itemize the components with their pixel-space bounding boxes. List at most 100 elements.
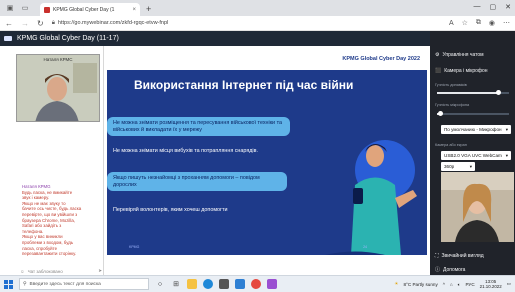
cam-mic-item[interactable]: ⬛ Камера і мікрофон — [435, 68, 488, 74]
speaker-volume-slider[interactable] — [437, 90, 509, 95]
presenter-name: Наталя КРМС — [43, 57, 73, 62]
file-explorer-icon[interactable] — [187, 279, 197, 289]
profile-icon[interactable]: ◉ — [489, 19, 495, 27]
widgets-icon[interactable]: ⊞ — [171, 279, 181, 289]
chevron-down-icon: ▾ — [505, 126, 508, 132]
app-icon[interactable] — [267, 279, 277, 289]
slide-title: Використання Інтернет під час війни — [134, 78, 354, 92]
address-bar-row: ← → ↻ 🔒︎ https://go.mywebinar.com/zkfd-r… — [0, 16, 515, 31]
search-icon: ⚲ — [23, 281, 27, 287]
more-icon[interactable]: ⋯ — [503, 19, 510, 27]
help-item[interactable]: ⓘ Допомога — [435, 266, 466, 274]
speaker-volume-label: Гучність динаміків — [435, 83, 467, 87]
network-icon[interactable]: ⌂ — [450, 282, 453, 287]
slide-bullet: Перевіряй волонтерів, яким хочеш допомог… — [113, 204, 293, 216]
slide-bullet-text: Перевіряй волонтерів, яким хочеш допомог… — [113, 207, 228, 213]
task-view-icon[interactable]: ○ — [155, 279, 165, 289]
slide: Використання Інтернет під час війни Не м… — [107, 70, 427, 255]
chat-messages: Наталя КРМG Будь ласка, не вмикайте звук… — [22, 184, 100, 269]
reload-icon[interactable]: ↻ — [37, 19, 44, 28]
screen: ▣ ▭ KPMG Global Cyber Day (1 × + — ▢ ✕ ←… — [0, 0, 515, 292]
self-video — [441, 172, 514, 242]
slide-illustration — [325, 140, 417, 255]
self-camera — [441, 172, 514, 242]
tab-actions-icon[interactable]: ▭ — [20, 3, 30, 13]
speaker-view-item[interactable]: ⛶ Звичайний вигляд — [435, 253, 484, 259]
notifications-icon[interactable]: ▭ — [507, 281, 511, 287]
lock-icon[interactable]: 🔒︎ — [52, 20, 55, 27]
favorite-icon[interactable]: ☆ — [462, 19, 468, 27]
volume-icon[interactable]: 🔈︎ — [458, 282, 461, 287]
address-bar[interactable]: 🔒︎ https://go.mywebinar.com/zkfd-rgqc-et… — [52, 20, 169, 27]
resolution-select[interactable]: 360p ▾ — [441, 162, 475, 171]
speaker-volume-fill — [437, 92, 499, 94]
browser-menu-icon[interactable]: ▣ — [5, 3, 15, 13]
right-panel: ⚙ Управління чатом ⬛ Камера і мікрофон Г… — [430, 31, 515, 275]
taskbar-search[interactable]: ⚲ Введите здесь текст для поиска — [19, 278, 149, 290]
weather-icon: ☀ — [394, 281, 399, 286]
camera-select-value: USB2.0 VGA UVC WebCam — [444, 153, 502, 158]
clock-date: 21.10.2022 — [479, 284, 502, 289]
slide-bullet: Не можна знімати розміщення та пересуван… — [107, 117, 290, 136]
resolution-select-value: 360p — [444, 164, 455, 169]
taskbar-search-placeholder: Введите здесь текст для поиска — [29, 281, 101, 287]
browser-toolbar-icons: A ☆ ⧉ ◉ ⋯ — [449, 19, 510, 27]
left-panel: Наталя КРМС Наталя КРМG Будь ласка, не в… — [0, 46, 104, 275]
close-window-icon[interactable]: ✕ — [505, 3, 511, 11]
store-icon[interactable] — [219, 279, 229, 289]
tray-up-icon[interactable]: ^ — [443, 282, 445, 287]
smile-icon[interactable]: ☺ — [20, 269, 25, 274]
chevron-down-icon: ▾ — [469, 163, 472, 169]
language-indicator[interactable]: РУС — [465, 282, 474, 287]
slide-logo: KPMG Global Cyber Day 2022 — [342, 56, 420, 62]
mic-volume-slider[interactable] — [437, 111, 509, 116]
slide-bullet: Якщо пишуть незнайомці з проханням допом… — [107, 172, 287, 191]
cam-mic-label: Камера і мікрофон — [444, 68, 488, 74]
speaker-volume-knob[interactable] — [495, 90, 501, 95]
mic-select[interactable]: По умолчанию - Микрофон ▾ — [441, 125, 511, 134]
speaker-view-label: Звичайний вигляд — [441, 253, 484, 259]
url-text: https://go.mywebinar.com/zkfd-rgqc-etvw-… — [57, 20, 169, 26]
window-controls: — ▢ ✕ — [474, 3, 512, 11]
mic-volume-knob[interactable] — [438, 111, 444, 116]
minimize-icon[interactable]: — — [474, 3, 481, 11]
forward-icon[interactable]: → — [21, 19, 29, 28]
tab-title: KPMG Global Cyber Day (1 — [53, 6, 115, 13]
tab-favicon — [44, 6, 50, 13]
browser-tab-bar: ▣ ▭ KPMG Global Cyber Day (1 × + — ▢ ✕ — [0, 0, 515, 16]
chat-control-item[interactable]: ⚙ Управління чатом — [435, 52, 484, 58]
chrome-icon[interactable] — [251, 279, 261, 289]
mic-volume-label: Гучність мікрофона — [435, 103, 470, 107]
slide-bullet-text: Якщо пишуть незнайомці з проханням допом… — [113, 175, 260, 188]
layout-icon: ⛶ — [435, 253, 439, 259]
collections-icon[interactable]: ⧉ — [476, 19, 481, 27]
send-icon[interactable]: ➤ — [98, 268, 102, 274]
tab-close-icon[interactable]: × — [132, 7, 136, 13]
new-tab-button[interactable]: + — [146, 4, 151, 14]
weather-text[interactable]: 8°C Partly sunny — [404, 282, 438, 287]
mic-select-value: По умолчанию - Микрофон — [444, 127, 502, 132]
chevron-down-icon: ▾ — [505, 152, 508, 158]
camera-icon: ⬛ — [435, 68, 442, 74]
taskbar: ⚲ Введите здесь текст для поиска ○ ⊞ ☀ 8… — [0, 275, 515, 292]
start-button[interactable] — [4, 279, 13, 289]
webinar-logo — [4, 36, 12, 41]
chat-input[interactable]: ☺ Чат заблоковано ➤ — [20, 267, 102, 275]
read-aloud-icon[interactable]: A — [449, 20, 454, 27]
camera-source-label: Камера або екран — [435, 143, 467, 147]
camera-select[interactable]: USB2.0 VGA UVC WebCam ▾ — [441, 151, 511, 160]
maximize-icon[interactable]: ▢ — [490, 3, 497, 11]
chat-line: перезавантажити сторінку. — [22, 251, 77, 257]
presenter-camera: Наталя КРМС — [16, 54, 100, 122]
clock[interactable]: 13:05 21.10.2022 — [480, 279, 502, 290]
chat-control-label: Управління чатом — [442, 52, 484, 58]
mail-icon[interactable] — [235, 279, 245, 289]
browser-tab[interactable]: KPMG Global Cyber Day (1 × — [40, 3, 140, 16]
slide-footer: KPMG — [129, 245, 140, 249]
help-label: Допомога — [443, 266, 466, 273]
webinar-header: KPMG Global Cyber Day (11-17) — [0, 31, 430, 46]
back-icon[interactable]: ← — [5, 19, 13, 28]
system-tray: ☀ 8°C Partly sunny ^ ⌂ 🔈︎ РУС 13:05 21.1… — [394, 279, 511, 290]
edge-icon[interactable] — [203, 279, 213, 289]
presenter-video — [17, 55, 99, 121]
